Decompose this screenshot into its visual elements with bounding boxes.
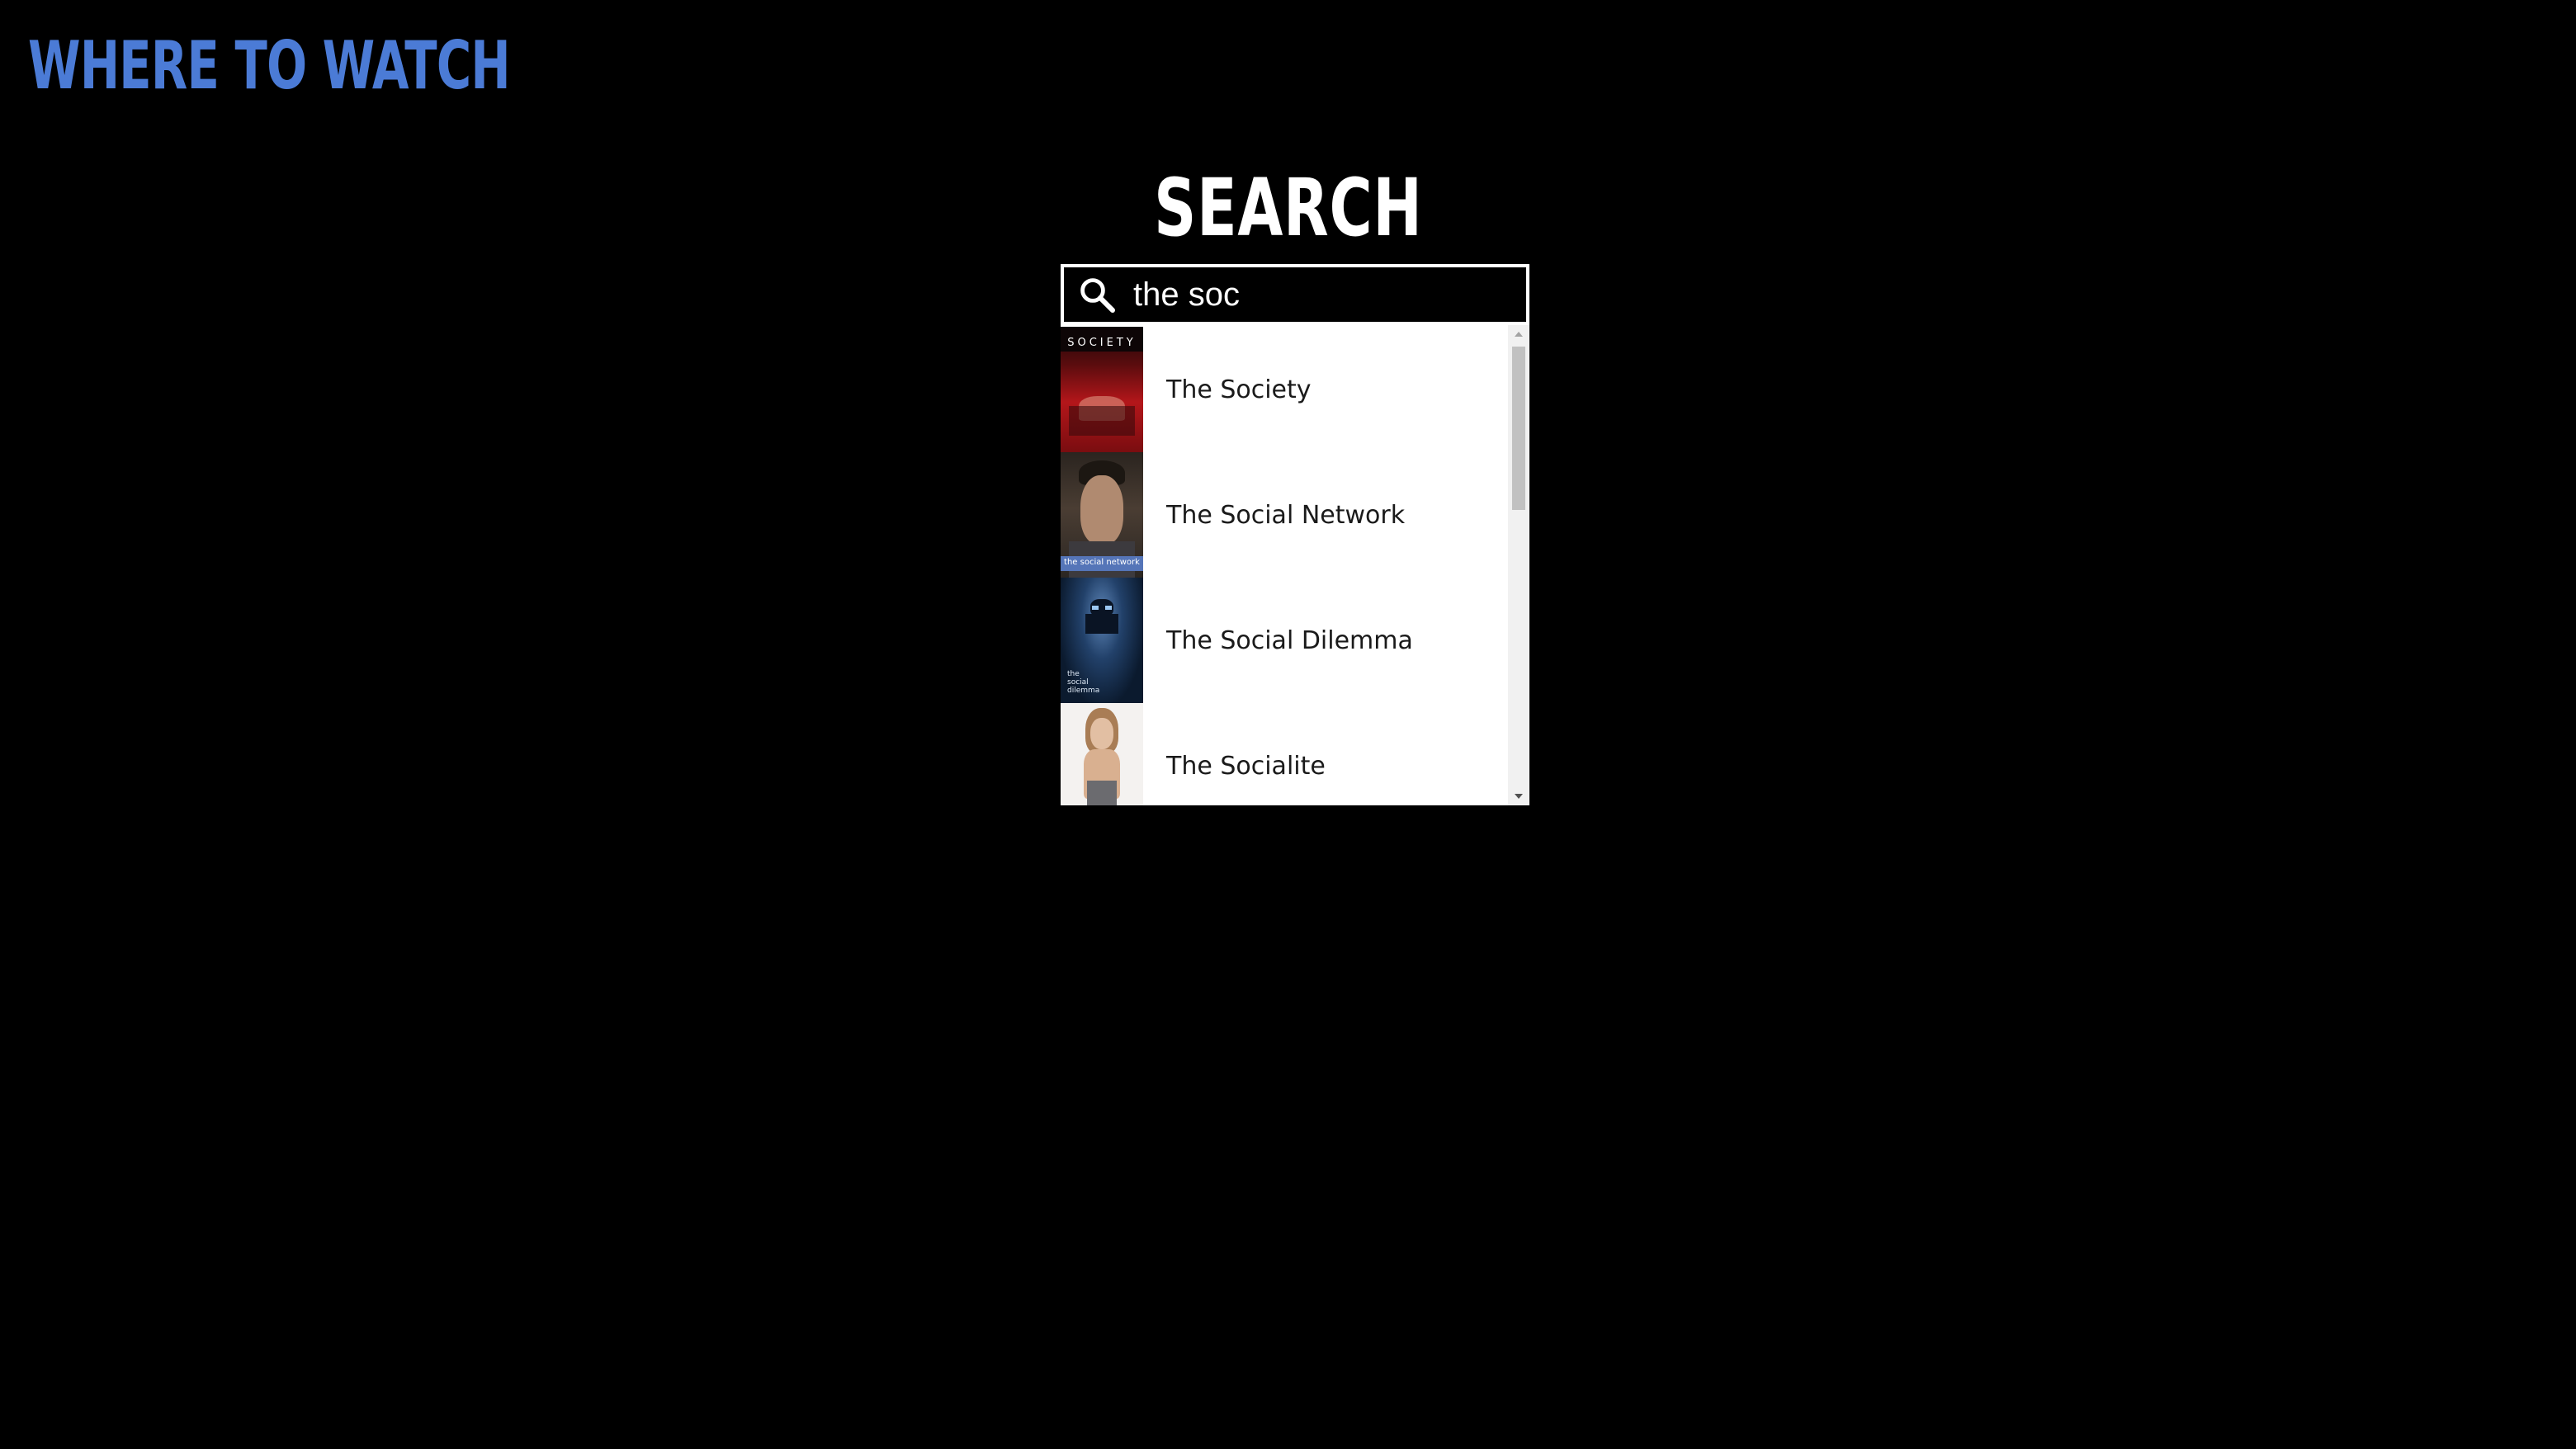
search-box[interactable] [1061,264,1529,325]
scroll-up-arrow-icon[interactable] [1508,325,1529,345]
result-title: The Social Dilemma [1166,625,1413,655]
search-icon [1080,278,1115,313]
poster-thumbnail: the social dilemma [1061,578,1143,703]
result-item-the-social-network[interactable]: the social network The Social Network [1061,452,1508,578]
poster-thumbnail: the social network [1061,452,1143,578]
poster-caption: SOCIETY [1067,337,1137,349]
site-logo[interactable]: WHERE TO WATCH [28,28,511,104]
results-scrollbar[interactable] [1508,325,1529,805]
result-title: The Society [1166,375,1312,404]
result-item-the-society[interactable]: SOCIETY The Society [1061,327,1508,452]
poster-caption: the social dilemma [1067,670,1100,695]
result-item-the-social-dilemma[interactable]: the social dilemma The Social Dilemma [1061,578,1508,703]
search-results-dropdown: SOCIETY The Society the social network T… [1061,325,1529,805]
page-title-text: SEARCH [1153,162,1423,254]
result-title: The Socialite [1166,751,1326,781]
scroll-down-arrow-icon[interactable] [1508,786,1529,805]
scroll-thumb[interactable] [1512,347,1525,510]
poster-caption: the social network [1064,558,1140,567]
search-results-list: SOCIETY The Society the social network T… [1061,327,1508,805]
poster-thumbnail: SOCIETY [1061,327,1143,452]
result-title: The Social Network [1166,500,1406,530]
result-item-the-socialite[interactable]: The Socialite [1061,703,1508,805]
search-input[interactable] [1133,270,1526,319]
poster-thumbnail [1061,703,1143,805]
page-title: SEARCH [0,162,2576,254]
